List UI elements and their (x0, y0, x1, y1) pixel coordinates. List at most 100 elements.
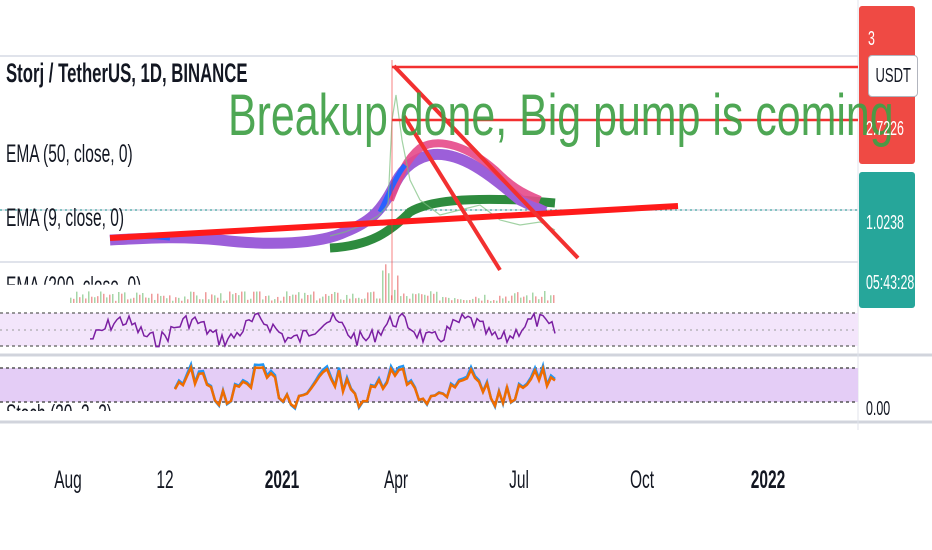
volume-bar (310, 294, 312, 303)
symbol-title[interactable]: Storj / TetherUS, 1D, BINANCE (6, 58, 248, 89)
volume-bar (553, 295, 555, 303)
volume-bar (220, 293, 222, 303)
volume-bar (307, 295, 309, 303)
volume-bar (184, 296, 186, 303)
volume-bar (76, 291, 78, 303)
x-tick-12: 12 (156, 466, 174, 494)
volume-bar (199, 299, 201, 303)
volume-bar (190, 291, 192, 303)
volume-bar (517, 292, 519, 303)
volume-bar (70, 297, 72, 303)
volume-bar (448, 297, 450, 303)
volume-bar (460, 299, 462, 303)
volume-bar (436, 291, 438, 303)
x-tick-aug: Aug (54, 466, 82, 494)
volume-bar (295, 294, 297, 303)
volume-bar (124, 292, 126, 303)
volume-bar (277, 296, 279, 303)
volume-bar (106, 297, 108, 303)
currency-button[interactable]: USDT (868, 55, 918, 97)
volume-bar (487, 299, 489, 303)
volume-bar (493, 300, 495, 303)
volume-bar (520, 297, 522, 303)
price-tag-value: 2.7226 (866, 118, 904, 140)
volume-bar (490, 300, 492, 303)
volume-bar (175, 297, 177, 303)
volume-bar (148, 297, 150, 303)
volume-bar (202, 299, 204, 303)
volume-bar (271, 300, 273, 303)
volume-bar (223, 300, 225, 303)
volume-bar (292, 294, 294, 303)
volume-bar (289, 296, 291, 303)
volume-bar (451, 300, 453, 303)
legend-ema-9[interactable]: EMA (9, close, 0) (6, 204, 124, 233)
volume-bar (208, 299, 210, 303)
volume-bar (550, 295, 552, 303)
volume-bar (418, 293, 420, 303)
volume-bar (538, 299, 540, 303)
volume-bar (541, 296, 543, 303)
volume-bar (217, 297, 219, 303)
volume-bar (88, 291, 90, 303)
volume-bar (262, 299, 264, 303)
volume-bar (259, 291, 261, 303)
volume-bar (118, 292, 120, 303)
volume-bar (409, 298, 411, 303)
volume-bar (514, 293, 516, 303)
volume-bar (337, 292, 339, 303)
volume-bar (358, 297, 360, 303)
volume-bar (334, 291, 336, 303)
current-price-label: 1.0238 (866, 212, 904, 234)
volume-bar (361, 299, 363, 303)
volume-bar (121, 293, 123, 303)
x-tick-apr: Apr (383, 466, 409, 494)
volume-bar (193, 291, 195, 303)
volume-bar (268, 295, 270, 303)
volume-bar (388, 273, 390, 303)
volume-bar (280, 300, 282, 303)
volume-bar (235, 292, 237, 303)
volume-bar (349, 298, 351, 303)
volume-bar (364, 298, 366, 303)
volume-bar (355, 298, 357, 303)
volume-bar (472, 298, 474, 303)
volume-bar (382, 270, 384, 303)
volume-bar (484, 294, 486, 303)
currency-button-label: USDT (875, 64, 911, 87)
volume-bar (154, 299, 156, 303)
x-tick-oct: Oct (629, 466, 655, 494)
volume-bar (454, 298, 456, 303)
stoch-scale-label: 0.00 (866, 398, 891, 420)
volume-bar (532, 292, 534, 303)
price-tag-top: 3 (868, 28, 875, 50)
volume-bar (394, 289, 396, 303)
x-tick-2022: 2022 (750, 466, 786, 494)
volume-bar (466, 300, 468, 303)
volume-bar (178, 297, 180, 303)
volume-bar (508, 300, 510, 303)
volume-bar (370, 292, 372, 303)
volume-bar (94, 297, 96, 303)
volume-bar (313, 291, 315, 303)
volume-bar (172, 300, 174, 303)
volume-bar (181, 300, 183, 303)
volume-bar (109, 294, 111, 303)
volume-bar (142, 292, 144, 303)
volume-bar (100, 291, 102, 303)
volume-bar (481, 300, 483, 303)
volume-bar (91, 296, 93, 303)
volume-bar (112, 294, 114, 303)
volume-bar (376, 298, 378, 303)
volume-bar (211, 294, 213, 303)
volume-bar (130, 298, 132, 303)
legend-ema-50[interactable]: EMA (50, close, 0) (6, 140, 133, 169)
volume-bar (496, 300, 498, 303)
volume-bar (163, 295, 165, 303)
volume-bar (169, 295, 171, 303)
volume-bar (265, 296, 267, 303)
volume-bar (82, 294, 84, 303)
volume-bar (463, 300, 465, 303)
volume-bar (421, 294, 423, 303)
volume-bar (331, 293, 333, 303)
